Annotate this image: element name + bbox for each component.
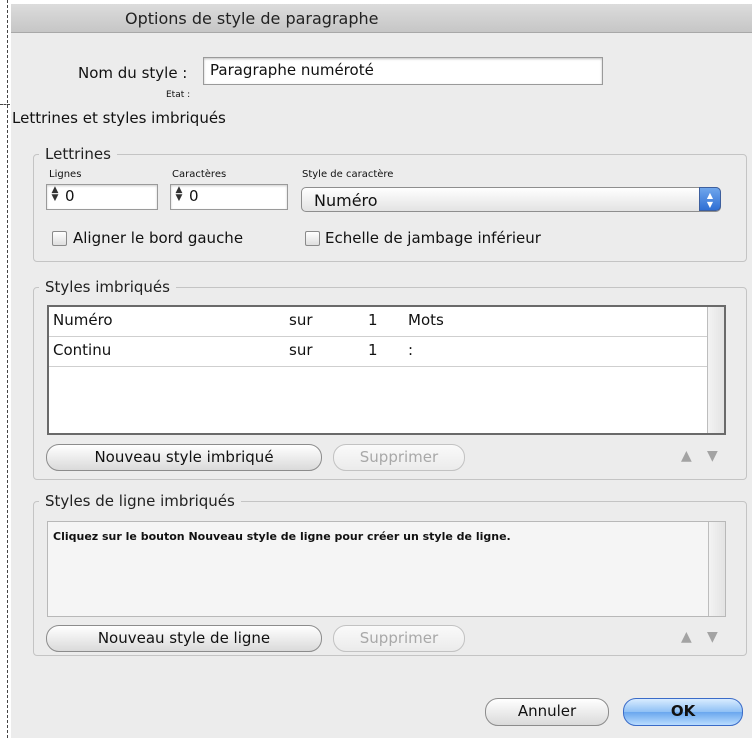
list-item[interactable]: Numéro sur 1 Mots	[49, 307, 708, 337]
style-name-label: Nom du style :	[78, 64, 188, 82]
section-title: Lettrines et styles imbriqués	[12, 109, 226, 127]
list-item-through: sur	[289, 311, 313, 329]
state-label: Etat :	[166, 90, 191, 100]
dialog-title: Options de style de paragraphe	[125, 9, 379, 28]
descender-scale-checkbox[interactable]	[305, 231, 320, 246]
list-item-count: 1	[368, 311, 378, 329]
align-left-label: Aligner le bord gauche	[73, 229, 244, 247]
line-list-scrollbar[interactable]	[708, 522, 725, 616]
nested-line-styles-legend: Styles de ligne imbriqués	[39, 492, 241, 510]
cancel-button[interactable]: Annuler	[485, 698, 609, 726]
list-item-style: Continu	[53, 341, 112, 359]
delete-line-style-button[interactable]: Supprimer	[333, 625, 465, 652]
chars-field[interactable]: 0	[170, 184, 288, 210]
page-edge-guide	[7, 0, 8, 738]
chars-label: Caractères	[172, 169, 227, 180]
style-name-field[interactable]: Paragraphe numéroté	[203, 57, 603, 85]
delete-nested-style-button[interactable]: Supprimer	[333, 444, 465, 471]
list-item-style: Numéro	[53, 311, 113, 329]
move-down-icon[interactable]: ▼	[707, 448, 718, 464]
ok-button[interactable]: OK	[623, 698, 743, 726]
dialog-titlebar[interactable]: Options de style de paragraphe	[11, 4, 752, 33]
nested-styles-legend: Styles imbriqués	[39, 278, 176, 296]
page-edge-tick	[0, 104, 10, 105]
drop-caps-legend: Lettrines	[39, 145, 117, 163]
nested-styles-list[interactable]: Numéro sur 1 Mots Continu sur 1 :	[47, 305, 726, 435]
nested-line-styles-hint: Cliquez sur le bouton Nouveau style de l…	[53, 530, 511, 543]
lines-field[interactable]: 0	[46, 184, 158, 210]
list-item[interactable]: Continu sur 1 :	[49, 337, 708, 367]
nested-line-styles-list[interactable]: Cliquez sur le bouton Nouveau style de l…	[47, 521, 726, 617]
align-left-checkbox[interactable]	[52, 231, 67, 246]
new-line-style-button[interactable]: Nouveau style de ligne	[46, 625, 322, 652]
descender-scale-label: Echelle de jambage inférieur	[325, 229, 541, 247]
list-scrollbar[interactable]	[707, 307, 724, 433]
lines-stepper-icon[interactable]: ▲ ▼	[49, 186, 61, 208]
new-nested-style-button[interactable]: Nouveau style imbriqué	[46, 444, 322, 471]
list-item-through: sur	[289, 341, 313, 359]
line-move-up-icon[interactable]: ▲	[681, 629, 692, 645]
chars-stepper-icon[interactable]: ▲ ▼	[173, 186, 185, 208]
char-style-label: Style de caractère	[302, 169, 394, 180]
line-move-down-icon[interactable]: ▼	[707, 629, 718, 645]
list-item-unit: Mots	[408, 311, 444, 329]
lines-label: Lignes	[49, 169, 82, 180]
move-up-icon[interactable]: ▲	[681, 448, 692, 464]
char-style-popup[interactable]: Numéro ▲ ▼	[301, 187, 721, 212]
char-style-value: Numéro	[314, 191, 378, 210]
list-item-count: 1	[368, 341, 378, 359]
paragraph-style-options-dialog: Options de style de paragraphe Nom du st…	[11, 4, 752, 738]
popup-arrows-icon: ▲ ▼	[699, 187, 721, 211]
list-item-unit: :	[408, 341, 414, 359]
